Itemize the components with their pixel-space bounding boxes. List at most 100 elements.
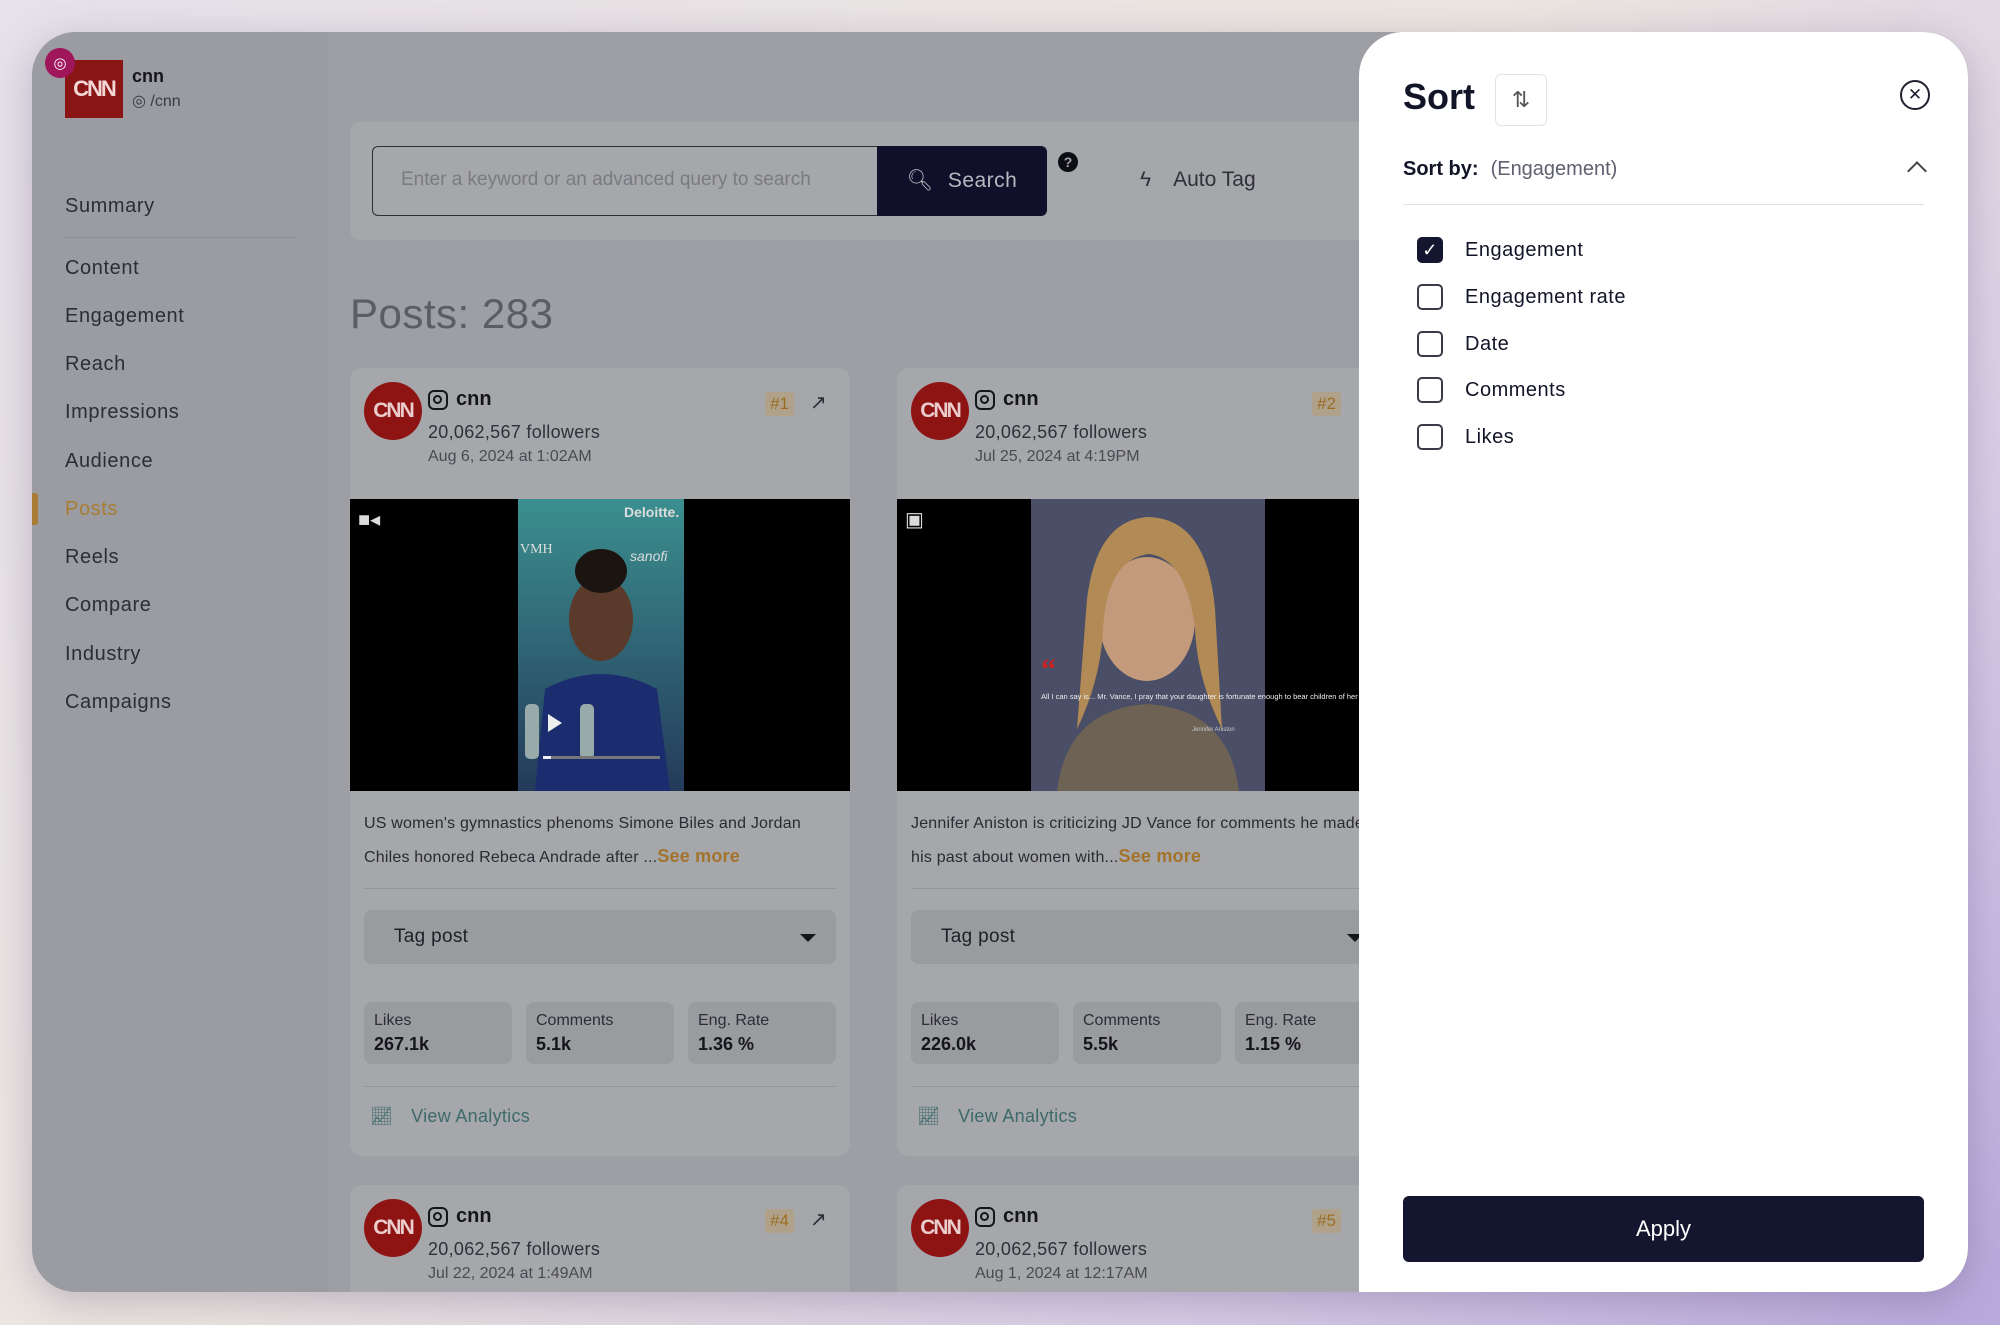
checkbox-checked[interactable]: ✓ <box>1417 237 1443 263</box>
checkbox[interactable] <box>1417 284 1443 310</box>
instagram-icon: ◎ <box>45 48 75 78</box>
option-label: Date <box>1465 332 1510 355</box>
help-icon[interactable]: ? <box>1058 152 1078 172</box>
comments-stat: Comments 5.1k <box>526 1002 674 1064</box>
account-name[interactable]: cnn <box>428 388 492 411</box>
sort-panel-title: Sort <box>1403 76 1475 117</box>
account-name[interactable]: cnn <box>975 388 1039 411</box>
account-label: cnn <box>456 1205 492 1227</box>
sidebar-item-posts[interactable]: Posts <box>65 498 118 521</box>
avatar[interactable]: CNN <box>364 1199 422 1257</box>
sidebar-item-industry[interactable]: Industry <box>65 643 141 666</box>
image-thumbnail: “ All I can say is... Mr. Vance, I pray … <box>1031 499 1397 791</box>
stat-value: 1.15 % <box>1245 1034 1302 1054</box>
sort-by-label: Sort by: <box>1403 158 1479 180</box>
post-media[interactable]: Deloitte. sanofi VMH ■◂ <box>350 499 850 791</box>
sidebar-item-campaigns[interactable]: Campaigns <box>65 691 172 714</box>
sort-option-date[interactable]: Date <box>1417 331 1509 357</box>
post-date: Jul 25, 2024 at 4:19PM <box>975 448 1140 465</box>
tag-post-label: Tag post <box>394 926 469 947</box>
post-card: CNN cnn 20,062,567 followers Jul 25, 202… <box>897 368 1397 1156</box>
sidebar-item-impressions[interactable]: Impressions <box>65 401 179 424</box>
stat-value: 1.36 % <box>698 1034 755 1054</box>
close-icon[interactable]: ✕ <box>1900 80 1930 110</box>
followers-count: 20,062,567 followers <box>975 1239 1148 1259</box>
sort-option-engagement-rate[interactable]: Engagement rate <box>1417 284 1626 310</box>
rank-badge: #4 <box>765 1209 794 1233</box>
search-button[interactable]: 🔍︎ Search <box>877 146 1047 216</box>
instagram-icon <box>428 389 448 410</box>
quote-attribution: Jennifer Aniston <box>1192 727 1235 733</box>
rank-badge: #2 <box>1312 392 1341 416</box>
stat-label: Likes <box>921 1012 959 1029</box>
tag-post-label: Tag post <box>941 926 1016 947</box>
sort-panel: Sort ⇅ ✕ Sort by: (Engagement) ✓ Engagemen… <box>1359 32 1968 1292</box>
chevron-up-icon[interactable] <box>1907 161 1927 181</box>
divider <box>911 888 1383 889</box>
posts-count-title: Posts: 283 <box>350 290 554 337</box>
option-label: Engagement <box>1465 238 1584 261</box>
sidebar-item-summary[interactable]: Summary <box>65 195 155 218</box>
sort-by-header[interactable]: Sort by: (Engagement) <box>1403 158 1617 181</box>
sort-option-comments[interactable]: Comments <box>1417 377 1566 403</box>
view-analytics-label: View Analytics <box>958 1106 1078 1126</box>
avatar[interactable]: CNN <box>911 1199 969 1257</box>
search-bar: Enter a keyword or an advanced query to … <box>350 122 1450 240</box>
search-button-label: Search <box>947 169 1018 192</box>
search-input[interactable]: Enter a keyword or an advanced query to … <box>372 146 877 216</box>
account-label: cnn <box>1003 388 1039 410</box>
sidebar-item-audience[interactable]: Audience <box>65 450 153 473</box>
image-icon: ▣ <box>905 509 924 531</box>
post-caption: Jennifer Aniston is criticizing JD Vance… <box>911 808 1391 874</box>
post-media[interactable]: “ All I can say is... Mr. Vance, I pray … <box>897 499 1397 791</box>
avatar[interactable]: CNN <box>911 382 969 440</box>
account-label: cnn <box>1003 1205 1039 1227</box>
followers-count: 20,062,567 followers <box>428 422 601 442</box>
sidebar-item-reach[interactable]: Reach <box>65 353 126 376</box>
sort-option-engagement[interactable]: ✓ Engagement <box>1417 237 1583 263</box>
checkbox[interactable] <box>1417 331 1443 357</box>
instagram-icon <box>975 1206 995 1227</box>
post-date: Jul 22, 2024 at 1:49AM <box>428 1265 593 1282</box>
sort-option-likes[interactable]: Likes <box>1417 424 1514 450</box>
instagram-icon: ◎ <box>132 93 151 110</box>
stat-label: Likes <box>374 1012 412 1029</box>
app-window: CNN ◎ cnn ◎ /cnn Summary Content Engagem… <box>32 32 1968 1292</box>
auto-tag-button[interactable]: ϟ Auto Tag <box>1140 168 1256 192</box>
external-link-icon[interactable]: ↗ <box>810 1207 832 1231</box>
external-link-icon[interactable]: ↗ <box>810 390 832 414</box>
see-more-link[interactable]: See more <box>1118 846 1201 866</box>
stat-value: 267.1k <box>374 1034 430 1054</box>
avatar[interactable]: CNN <box>364 382 422 440</box>
rank-badge: #5 <box>1312 1209 1341 1233</box>
post-date: Aug 6, 2024 at 1:02AM <box>428 448 592 465</box>
stat-label: Eng. Rate <box>698 1012 770 1029</box>
divider <box>364 888 836 889</box>
account-label: cnn <box>456 388 492 410</box>
comments-stat: Comments 5.5k <box>1073 1002 1221 1064</box>
view-analytics-link[interactable]: 📈︎ View Analytics <box>370 1106 530 1127</box>
sort-by-value: (Engagement) <box>1490 158 1618 180</box>
tag-post-dropdown[interactable]: Tag post <box>364 910 836 964</box>
checkbox[interactable] <box>1417 424 1443 450</box>
sidebar-item-engagement[interactable]: Engagement <box>65 305 184 328</box>
eng-rate-stat: Eng. Rate 1.36 % <box>688 1002 836 1064</box>
sidebar-item-content[interactable]: Content <box>65 257 139 280</box>
checkbox[interactable] <box>1417 377 1443 403</box>
likes-stat: Likes 226.0k <box>911 1002 1059 1064</box>
nav-divider <box>65 237 295 238</box>
sort-order-icon[interactable]: ⇅ <box>1495 74 1547 126</box>
sidebar-item-compare[interactable]: Compare <box>65 594 151 617</box>
account-name[interactable]: cnn <box>428 1205 492 1228</box>
account-name[interactable]: cnn <box>975 1205 1039 1228</box>
post-card: CNN cnn 20,062,567 followers Jul 22, 202… <box>350 1185 850 1292</box>
option-label: Likes <box>1465 425 1515 448</box>
view-analytics-label: View Analytics <box>411 1106 531 1126</box>
sidebar-item-reels[interactable]: Reels <box>65 546 119 569</box>
view-analytics-link[interactable]: 📈︎ View Analytics <box>917 1106 1077 1127</box>
see-more-link[interactable]: See more <box>657 846 740 866</box>
chart-line-icon: 📈︎ <box>370 1106 394 1126</box>
apply-button[interactable]: Apply <box>1403 1196 1924 1262</box>
tag-post-dropdown[interactable]: Tag post <box>911 910 1383 964</box>
chevron-down-icon <box>800 934 816 942</box>
